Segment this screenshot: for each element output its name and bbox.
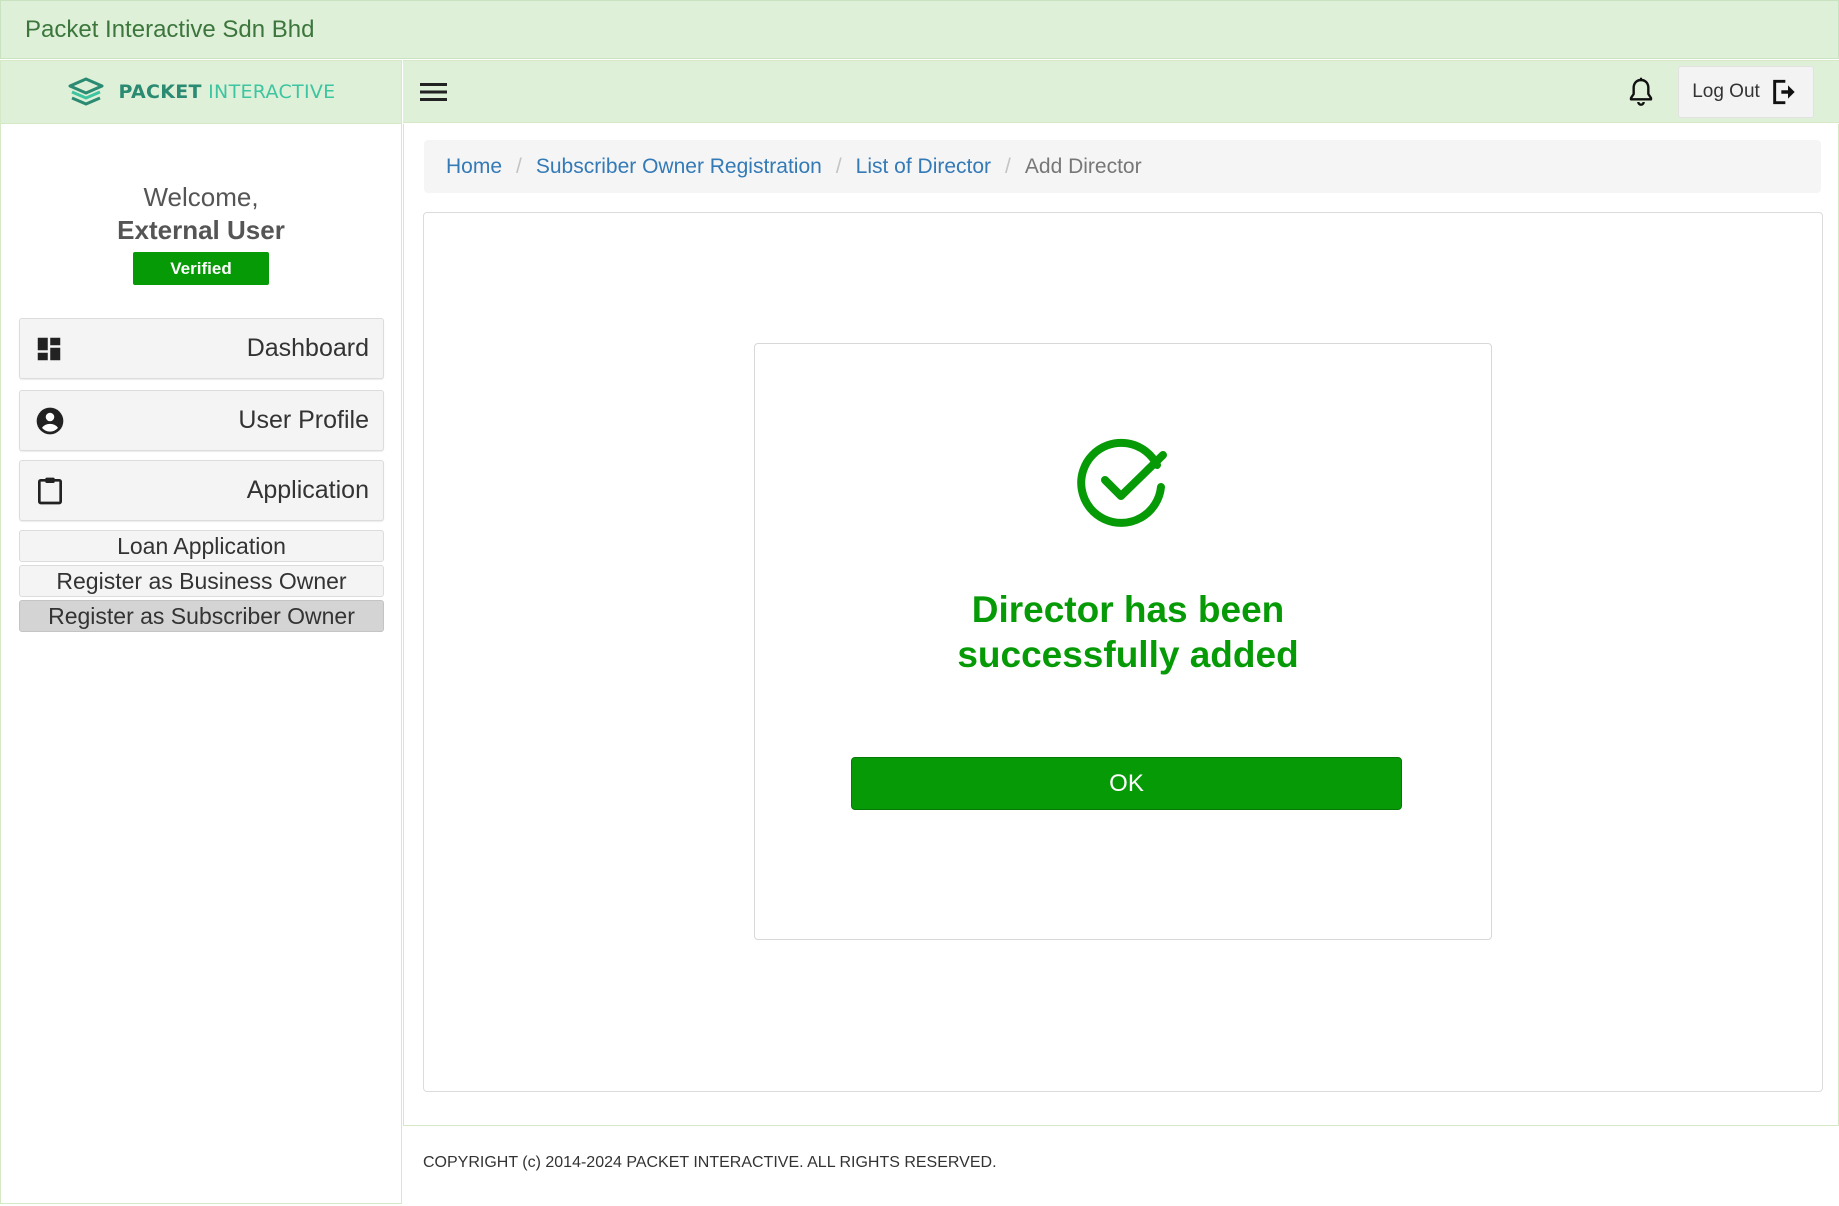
account-circle-icon: [36, 407, 64, 434]
user-name: External User: [117, 215, 285, 245]
brand-name-bold: PACKET: [118, 81, 202, 103]
app-titlebar: Packet Interactive Sdn Bhd: [0, 0, 1839, 59]
dashboard-icon: [37, 337, 61, 360]
hamburger-icon[interactable]: [419, 79, 449, 105]
sidebar-item-label: Dashboard: [246, 334, 369, 362]
sidebar-subitem-loan-application[interactable]: Loan Application: [19, 530, 384, 562]
breadcrumb-list-of-director[interactable]: List of Director: [856, 155, 991, 179]
content-panel: Director has been successfully added OK: [423, 212, 1823, 1092]
breadcrumb-separator: /: [1005, 154, 1011, 178]
brand-logo-icon: [68, 77, 104, 106]
sidebar-item-label: Application: [246, 476, 369, 504]
sidebar-subitem-register-business-owner[interactable]: Register as Business Owner: [19, 565, 384, 597]
breadcrumb-separator: /: [835, 154, 842, 178]
sidebar-subitem-register-subscriber-owner[interactable]: Register as Subscriber Owner: [19, 600, 384, 632]
bell-icon[interactable]: [1625, 75, 1657, 109]
footer-copyright: COPYRIGHT (c) 2014-2024 PACKET INTERACTI…: [423, 1154, 997, 1171]
ok-button[interactable]: OK: [851, 757, 1402, 810]
logout-icon: [1772, 79, 1795, 105]
breadcrumb: Home / Subscriber Owner Registration / L…: [424, 140, 1821, 193]
sidebar-item-label: User Profile: [238, 406, 369, 434]
brand-name: PACKET INTERACTIVE: [119, 81, 336, 103]
sidebar-item-dashboard[interactable]: Dashboard: [19, 318, 384, 379]
success-dialog: Director has been successfully added OK: [754, 343, 1492, 940]
breadcrumb-subscriber-owner-registration[interactable]: Subscriber Owner Registration: [536, 155, 822, 179]
top-header: Log Out: [403, 60, 1839, 123]
brand-name-light: INTERACTIVE: [208, 81, 336, 103]
clipboard-icon: [38, 477, 62, 504]
welcome-block: Welcome, External User Verified: [1, 182, 401, 285]
breadcrumb-home[interactable]: Home: [446, 155, 502, 179]
sidebar-item-user-profile[interactable]: User Profile: [19, 390, 384, 451]
sidebar: PACKET INTERACTIVE Welcome, External Use…: [0, 60, 402, 1204]
welcome-text: Welcome,: [143, 182, 259, 212]
check-circle-icon: [1077, 438, 1167, 527]
success-message: Director has been successfully added: [755, 587, 1493, 677]
breadcrumb-separator: /: [516, 154, 522, 178]
success-message-line2: successfully added: [957, 634, 1299, 675]
breadcrumb-current: Add Director: [1024, 154, 1142, 178]
logout-button[interactable]: Log Out: [1678, 66, 1814, 118]
success-message-line1: Director has been: [971, 589, 1285, 630]
main-content: Home / Subscriber Owner Registration / L…: [403, 124, 1839, 1126]
logout-label: Log Out: [1692, 81, 1760, 102]
verified-badge: Verified: [133, 252, 269, 285]
brand-logo[interactable]: PACKET INTERACTIVE: [1, 61, 401, 124]
company-title: Packet Interactive Sdn Bhd: [25, 15, 315, 43]
sidebar-item-application[interactable]: Application: [19, 460, 384, 521]
